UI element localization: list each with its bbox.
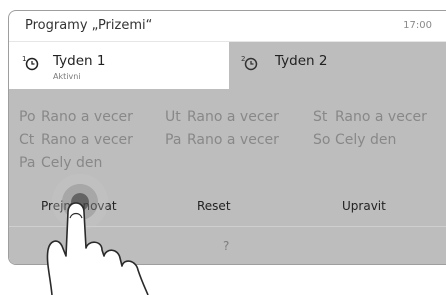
- schedule-entry-thursday[interactable]: Ct Rano a vecer: [19, 132, 133, 148]
- edit-button[interactable]: Upravit: [342, 199, 386, 213]
- schedule-entry-tuesday[interactable]: Ut Rano a vecer: [165, 109, 279, 125]
- svg-text:2: 2: [241, 55, 245, 63]
- reset-button[interactable]: Reset: [197, 199, 231, 213]
- clock-time: 17:00: [403, 20, 432, 31]
- week-2-clock-icon: 2: [240, 54, 262, 72]
- svg-text:1: 1: [22, 55, 26, 63]
- week-1-clock-icon: 1: [21, 54, 43, 72]
- schedule-entry-monday[interactable]: Po Rano a vecer: [19, 109, 133, 125]
- tab-week-1-status: Aktivni: [53, 72, 81, 81]
- page-title: Programy „Prizemi“: [25, 18, 153, 33]
- schedule-entry-wednesday[interactable]: St Rano a vecer: [313, 109, 427, 125]
- schedule-row: Po Rano a vecer Ut Rano a vecer St Rano a v…: [19, 109, 446, 132]
- help-button[interactable]: ?: [223, 239, 229, 253]
- schedule-entry-sunday[interactable]: Pa Cely den: [19, 155, 102, 171]
- tab-week-1-label: Tyden 1: [53, 53, 106, 69]
- tab-week-2[interactable]: 2 Tyden 2: [229, 42, 446, 89]
- tab-week-2-label: Tyden 2: [275, 53, 328, 69]
- tab-week-1[interactable]: 1 Tyden 1 Aktivni: [9, 42, 229, 89]
- schedule-grid: Po Rano a vecer Ut Rano a vecer St Rano a v…: [19, 109, 446, 178]
- schedule-entry-saturday[interactable]: So Cely den: [313, 132, 396, 148]
- schedule-entry-friday[interactable]: Pa Rano a vecer: [165, 132, 279, 148]
- schedule-row: Ct Rano a vecer Pa Rano a vecer So Cely den: [19, 132, 446, 155]
- touch-ripple: [52, 174, 108, 230]
- header-bar: Programy „Prizemi“ 17:00: [9, 11, 446, 42]
